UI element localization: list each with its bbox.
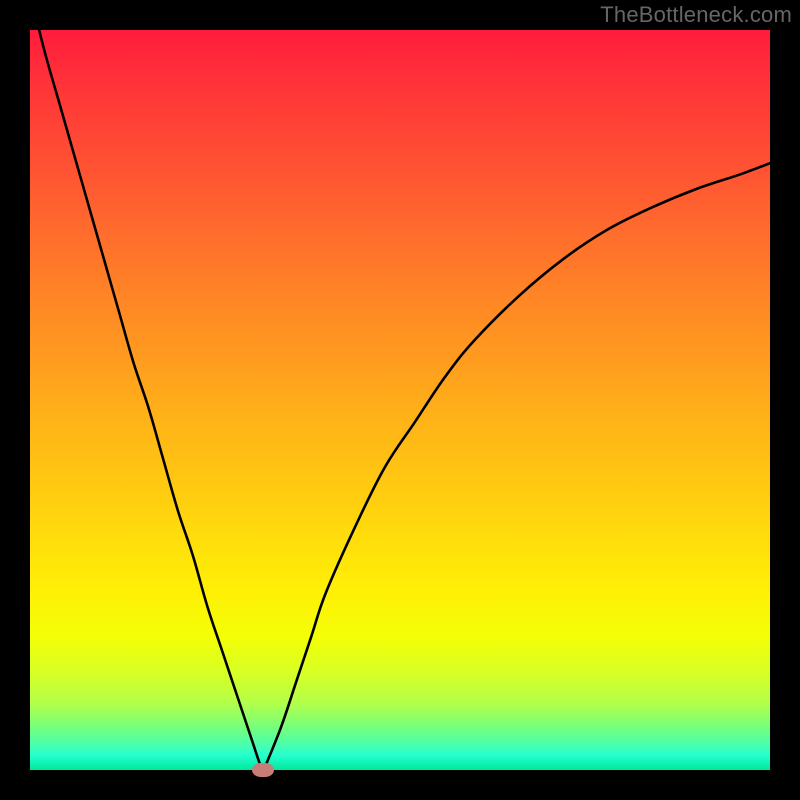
watermark-text: TheBottleneck.com <box>600 2 792 28</box>
curve-svg <box>30 30 770 770</box>
min-marker <box>252 763 274 777</box>
chart-frame: TheBottleneck.com <box>0 0 800 800</box>
plot-area <box>30 30 770 770</box>
bottleneck-curve <box>30 30 770 770</box>
